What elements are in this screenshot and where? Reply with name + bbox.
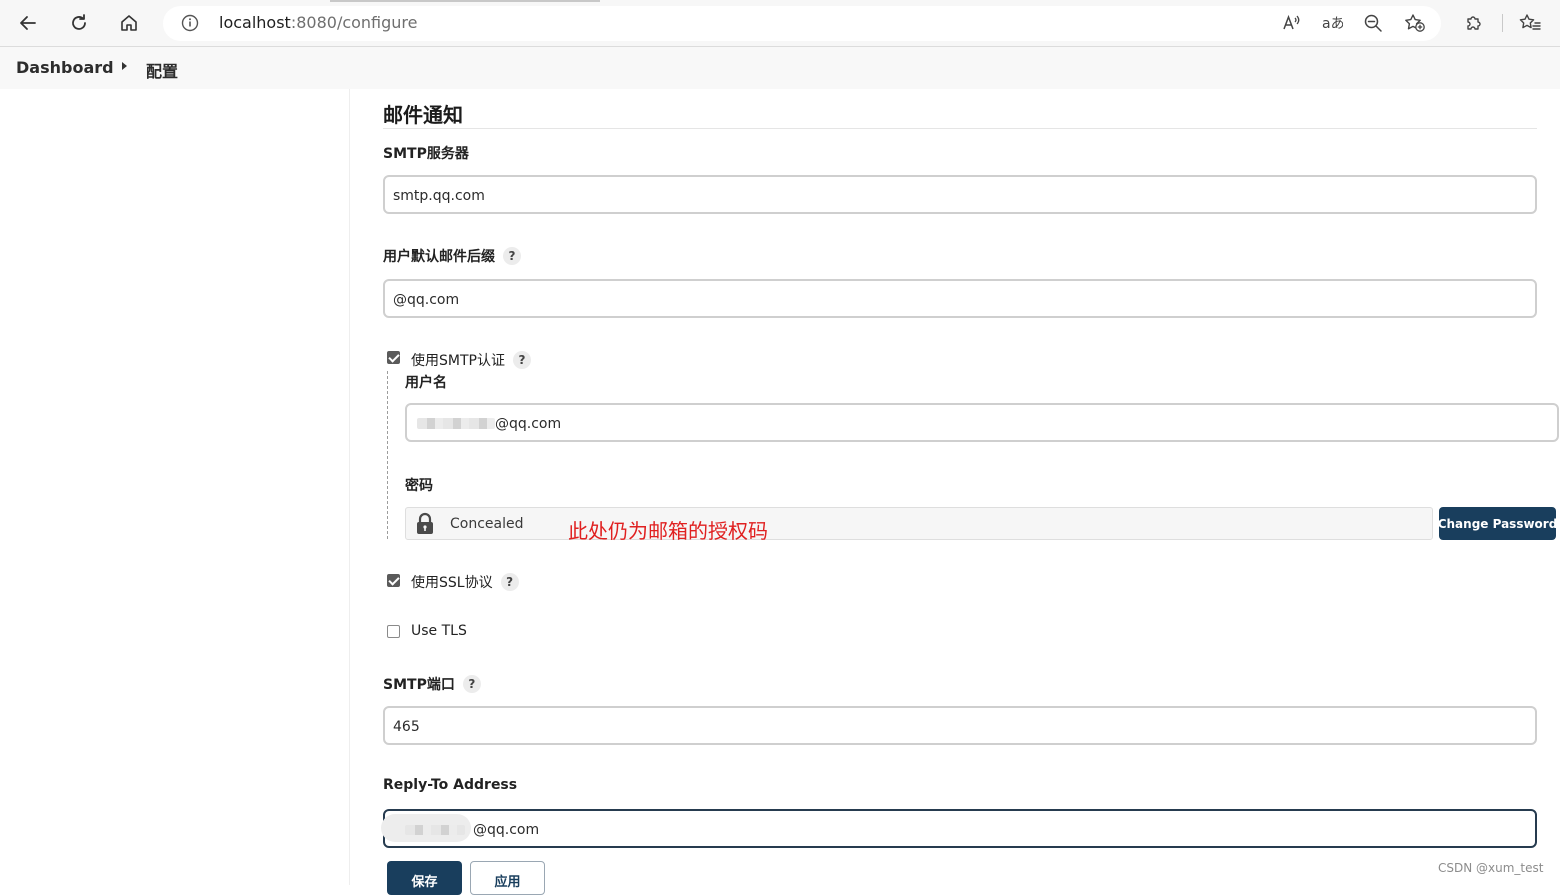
username-label: 用户名 xyxy=(405,375,447,391)
breadcrumb-configure[interactable]: 配置 xyxy=(146,58,178,82)
use-tls-checkbox[interactable] xyxy=(387,625,400,638)
password-label: 密码 xyxy=(405,478,433,494)
use-ssl-label: 使用SSL协议? xyxy=(411,572,519,592)
help-icon[interactable]: ? xyxy=(503,247,521,265)
translate-icon: aあ xyxy=(1322,16,1343,32)
breadcrumb-separator-icon xyxy=(122,62,127,70)
password-concealed-field: Concealed xyxy=(405,507,1433,540)
reply-to-value: @qq.com xyxy=(473,822,540,838)
add-favorite-button[interactable] xyxy=(1402,10,1428,36)
address-url: localhost:8080/configure xyxy=(219,13,418,32)
redacted-username xyxy=(417,418,495,429)
help-icon[interactable]: ? xyxy=(512,351,531,369)
address-bar[interactable]: localhost:8080/configure aあ xyxy=(163,6,1441,41)
section-title: 邮件通知 xyxy=(383,103,463,127)
zoom-button[interactable] xyxy=(1360,10,1386,36)
favorites-list-icon xyxy=(1519,14,1541,30)
nested-options-guide xyxy=(387,371,388,539)
favorite-add-icon xyxy=(1405,14,1425,32)
translate-button[interactable]: aあ xyxy=(1319,10,1345,36)
browser-toolbar: localhost:8080/configure aあ xyxy=(0,0,1560,47)
sidebar-divider xyxy=(349,89,350,885)
help-icon[interactable]: ? xyxy=(462,675,481,693)
change-password-button[interactable]: Change Password xyxy=(1438,507,1557,540)
extensions-button[interactable] xyxy=(1461,10,1487,36)
favorites-button[interactable] xyxy=(1517,10,1543,36)
breadcrumb: Dashboard 配置 xyxy=(0,47,1560,89)
redacted-reply-to-detail xyxy=(405,825,465,835)
breadcrumb-dashboard[interactable]: Dashboard xyxy=(16,58,114,77)
default-suffix-label: 用户默认邮件后缀? xyxy=(383,246,521,266)
read-aloud-button[interactable] xyxy=(1278,10,1304,36)
puzzle-icon xyxy=(1467,16,1481,30)
password-concealed-text: Concealed xyxy=(450,516,524,532)
use-ssl-label-text: 使用SSL协议 xyxy=(411,575,493,591)
help-icon[interactable]: ? xyxy=(500,573,519,591)
back-button[interactable] xyxy=(13,8,43,38)
watermark: CSDN @xum_test xyxy=(1438,861,1544,875)
apply-button[interactable]: 应用 xyxy=(470,861,545,895)
smtp-auth-label-text: 使用SMTP认证 xyxy=(411,353,505,369)
back-arrow-icon xyxy=(20,16,36,30)
reload-button[interactable] xyxy=(64,8,94,38)
smtp-auth-label: 使用SMTP认证? xyxy=(411,350,531,370)
reply-to-input[interactable]: @qq.com xyxy=(381,809,1537,848)
reload-icon xyxy=(72,14,86,30)
smtp-server-label: SMTP服务器 xyxy=(383,146,469,162)
smtp-server-input[interactable]: smtp.qq.com xyxy=(383,175,1537,214)
use-ssl-checkbox[interactable] xyxy=(387,574,400,587)
site-info-icon[interactable] xyxy=(181,14,199,32)
reply-to-label: Reply-To Address xyxy=(383,777,518,793)
toolbar-divider xyxy=(1502,14,1503,32)
read-aloud-icon xyxy=(1283,14,1300,30)
username-value: @qq.com xyxy=(495,416,562,432)
home-button[interactable] xyxy=(114,8,144,38)
default-suffix-value: @qq.com xyxy=(393,292,460,308)
home-icon xyxy=(121,15,137,31)
zoom-out-icon xyxy=(1364,14,1382,32)
username-input[interactable]: @qq.com xyxy=(405,403,1559,442)
active-tab-indicator xyxy=(330,0,600,2)
default-suffix-label-text: 用户默认邮件后缀 xyxy=(383,249,495,265)
smtp-server-value: smtp.qq.com xyxy=(393,188,485,204)
smtp-auth-checkbox[interactable] xyxy=(387,351,400,364)
default-suffix-input[interactable]: @qq.com xyxy=(383,279,1537,318)
save-button[interactable]: 保存 xyxy=(387,861,462,895)
smtp-port-label-text: SMTP端口 xyxy=(383,677,455,693)
section-divider xyxy=(383,128,1537,129)
smtp-port-value: 465 xyxy=(393,719,420,735)
svg-text:aあ: aあ xyxy=(1322,16,1343,32)
lock-icon xyxy=(417,512,433,534)
smtp-port-label: SMTP端口? xyxy=(383,674,481,694)
use-tls-label: Use TLS xyxy=(411,623,467,639)
annotation-note: 此处仍为邮箱的授权码 xyxy=(568,519,768,543)
smtp-port-input[interactable]: 465 xyxy=(383,706,1537,745)
